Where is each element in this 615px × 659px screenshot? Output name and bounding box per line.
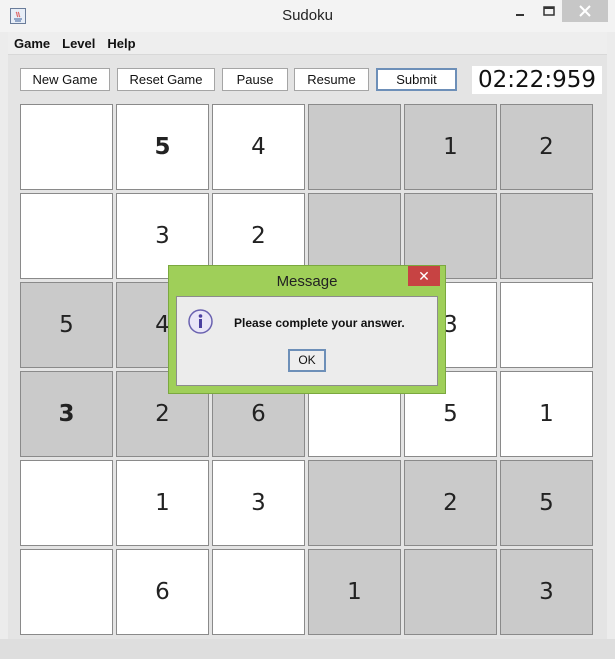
sudoku-cell[interactable] xyxy=(404,549,497,635)
pause-button[interactable]: Pause xyxy=(222,68,288,91)
reset-game-button[interactable]: Reset Game xyxy=(117,68,215,91)
dialog-body: Please complete your answer. OK xyxy=(176,296,438,386)
sudoku-cell[interactable]: 1 xyxy=(308,549,401,635)
info-icon xyxy=(188,309,213,334)
sudoku-cell[interactable]: 1 xyxy=(500,371,593,457)
new-game-button[interactable]: New Game xyxy=(20,68,110,91)
sudoku-cell[interactable]: 2 xyxy=(500,104,593,190)
sudoku-cell[interactable]: 5 xyxy=(116,104,209,190)
maximize-button[interactable] xyxy=(534,0,564,22)
menu-help[interactable]: Help xyxy=(101,32,141,51)
resume-button[interactable]: Resume xyxy=(294,68,369,91)
timer-display: 02:22:959 xyxy=(472,66,602,94)
sudoku-cell[interactable]: 6 xyxy=(116,549,209,635)
sudoku-cell[interactable] xyxy=(20,460,113,546)
dialog-close-button[interactable]: ✕ xyxy=(408,266,440,286)
sudoku-cell[interactable]: 5 xyxy=(20,282,113,368)
sudoku-cell[interactable] xyxy=(212,549,305,635)
sudoku-cell[interactable] xyxy=(20,193,113,279)
sudoku-cell[interactable]: 1 xyxy=(116,460,209,546)
sudoku-cell[interactable]: 5 xyxy=(500,460,593,546)
dialog-title: Message xyxy=(276,273,338,290)
menu-game[interactable]: Game xyxy=(8,32,56,51)
sudoku-cell[interactable]: 3 xyxy=(212,460,305,546)
menu-level[interactable]: Level xyxy=(56,32,101,51)
sudoku-cell[interactable] xyxy=(500,282,593,368)
toolbar: New Game Reset Game Pause Resume Submit … xyxy=(8,55,607,101)
sudoku-cell[interactable] xyxy=(500,193,593,279)
sudoku-cell[interactable] xyxy=(308,460,401,546)
sudoku-cell[interactable]: 1 xyxy=(404,104,497,190)
submit-button[interactable]: Submit xyxy=(376,68,457,91)
minimize-button[interactable] xyxy=(505,0,535,22)
sudoku-cell[interactable] xyxy=(20,549,113,635)
sudoku-cell[interactable] xyxy=(308,104,401,190)
title-bar[interactable]: Sudoku xyxy=(0,0,615,32)
sudoku-cell[interactable]: 2 xyxy=(404,460,497,546)
ok-button[interactable]: OK xyxy=(288,349,326,372)
sudoku-cell[interactable]: 3 xyxy=(500,549,593,635)
close-button[interactable] xyxy=(562,0,608,22)
dialog-message: Please complete your answer. xyxy=(234,316,405,330)
sudoku-cell[interactable]: 4 xyxy=(212,104,305,190)
window-bottom-edge xyxy=(0,639,615,659)
sudoku-cell[interactable] xyxy=(20,104,113,190)
menu-bar: Game Level Help xyxy=(8,32,607,55)
sudoku-cell[interactable]: 3 xyxy=(20,371,113,457)
sudoku-window: Sudoku Game Level Help New Game Reset Game… xyxy=(0,0,615,659)
message-dialog: Message ✕ Please complete your answer. O… xyxy=(168,265,446,394)
